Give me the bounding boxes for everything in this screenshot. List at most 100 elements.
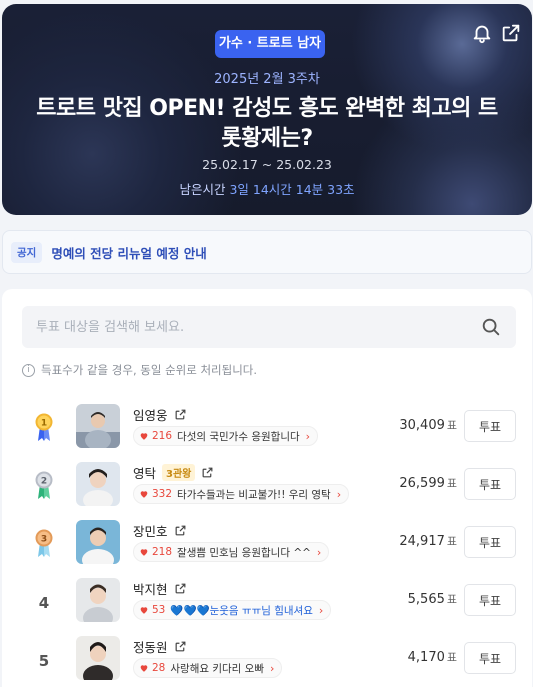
notice-text[interactable]: 명예의 전당 리뉴얼 예정 안내 [51,243,206,262]
search-box [22,306,516,348]
rank-number: 1 [41,419,47,429]
vote-unit: 표 [446,593,457,606]
cheer-count: 28 [152,662,166,674]
cheer-text: 잘생쁨 민호님 응원합니다 ^^ [177,546,311,559]
vote-count: 26,599 표 [399,475,457,491]
chevron-right-icon: › [270,661,275,675]
heart-icon [140,549,148,556]
candidate-row: 3 장민호 218 잘생쁨 민호님 응원합니다 ^^ › 24,917 표 투표 [2,517,532,573]
candidate-name[interactable]: 장민호 [133,521,168,540]
rank-number: 5 [38,652,50,670]
notice-tag: 공지 [11,241,43,263]
cheer-count: 332 [152,488,173,500]
candidate-name-wrap[interactable]: 임영웅 [133,405,187,424]
cheer-message[interactable]: 332 타가수들과는 비교불가!! 우리 영탁 › [133,484,350,504]
vote-page: 가수 · 트로트 남자 2025년 2월 3주차 트로트 맛집 OPEN! 감성… [0,0,533,687]
candidate-name-wrap[interactable]: 장민호 [133,521,187,540]
vote-button[interactable]: 투표 [464,642,516,674]
cheer-message[interactable]: 216 다섯의 국민가수 응원합니다 › [133,426,319,446]
cheer-text: 사랑해요 키다리 오빠 [170,662,264,675]
bell-icon[interactable] [471,22,493,44]
chevron-right-icon: › [316,545,322,559]
chevron-right-icon: › [336,487,342,501]
candidate-name[interactable]: 영탁 [133,463,156,482]
vote-button[interactable]: 투표 [464,410,516,442]
vote-count: 30,409 표 [399,417,457,433]
vote-count: 24,917 표 [399,533,457,549]
vote-number: 5,565 [407,592,445,607]
candidate-row: 2 영탁 3관왕 332 타가수들과는 비교불가!! 우리 영탁 › 26,59… [2,459,532,515]
external-link-icon[interactable] [174,640,187,653]
cheer-count: 216 [152,430,173,442]
candidate-name[interactable]: 정동원 [133,637,168,656]
candidate-row: 4 박지현 53 💙💙💙눈웃음 ㅠㅠ님 힘내셔요 › 5,565 표 투표 [2,575,532,631]
external-link-icon[interactable] [201,466,214,479]
category-badge[interactable]: 가수 · 트로트 남자 [215,30,325,58]
candidate-photo[interactable] [76,636,120,680]
event-title: 트로트 맛집 OPEN! 감성도 흥도 완벽한 최고의 트롯황제는? [36,96,498,151]
event-dates: 25.02.17 ~ 25.02.23 [202,157,332,172]
award-badge: 3관왕 [162,464,196,481]
external-link-icon[interactable] [174,524,187,537]
cheer-text: 타가수들과는 비교불가!! 우리 영탁 [177,488,331,501]
gold-medal-icon: 1 [35,413,53,441]
candidate-photo[interactable] [76,578,120,622]
bronze-medal-icon: 3 [35,529,53,557]
vote-button[interactable]: 투표 [464,468,516,500]
heart-icon [140,491,148,498]
vote-unit: 표 [446,651,457,664]
remaining-time-label: 남은시간 [179,182,226,197]
remaining-time: 남은시간 3일 14시간 14분 33초 [2,179,532,198]
cheer-count: 53 [152,604,166,616]
candidate-name[interactable]: 임영웅 [133,405,168,424]
remaining-time-value: 3일 14시간 14분 33초 [229,182,355,197]
candidate-name-wrap[interactable]: 정동원 [133,637,187,656]
chevron-right-icon: › [318,603,324,617]
cheer-count: 218 [152,546,173,558]
external-link-icon[interactable] [174,582,187,595]
vote-button[interactable]: 투표 [464,584,516,616]
candidate-name-wrap[interactable]: 박지현 [133,579,187,598]
candidate-photo[interactable] [76,404,120,448]
cheer-message[interactable]: 28 사랑해요 키다리 오빠 › [133,658,283,678]
vote-list-card: i 득표수가 같을 경우, 동일 순위로 처리됩니다. 1 임영웅 216 다섯… [2,289,532,687]
vote-count: 4,170 표 [408,649,457,665]
silver-medal-icon: 2 [35,471,53,499]
vote-number: 30,409 [399,418,445,433]
heart-icon [140,665,148,672]
heart-icon [140,607,148,614]
chevron-right-icon: › [305,429,311,443]
vote-number: 4,170 [407,650,445,665]
heart-icon [140,433,148,440]
vote-unit: 표 [446,477,457,490]
cheer-text: 💙💙💙눈웃음 ㅠㅠ님 힘내셔요 [170,604,313,617]
vote-button[interactable]: 투표 [464,526,516,558]
candidate-row: 5 정동원 28 사랑해요 키다리 오빠 › 4,170 표 투표 [2,633,532,687]
vote-count: 5,565 표 [408,591,457,607]
vote-unit: 표 [446,419,457,432]
rank-number: 2 [41,477,47,487]
event-banner: 가수 · 트로트 남자 2025년 2월 3주차 트로트 맛집 OPEN! 감성… [2,4,532,215]
search-icon[interactable] [480,316,502,338]
search-input[interactable] [22,306,462,348]
candidate-photo[interactable] [76,520,120,564]
external-link-icon[interactable] [174,408,187,421]
notice-bar[interactable]: 공지 명예의 전당 리뉴얼 예정 안내 [2,230,532,274]
week-label: 2025년 2월 3주차 [214,72,320,87]
candidate-row: 1 임영웅 216 다섯의 국민가수 응원합니다 › 30,409 표 투표 [2,401,532,457]
cheer-message[interactable]: 53 💙💙💙눈웃음 ㅠㅠ님 힘내셔요 › [133,600,332,620]
tie-info-text: 득표수가 같을 경우, 동일 순위로 처리됩니다. [41,363,258,377]
vote-unit: 표 [446,535,457,548]
vote-number: 26,599 [399,476,445,491]
cheer-message[interactable]: 218 잘생쁨 민호님 응원합니다 ^^ › [133,542,330,562]
candidate-photo[interactable] [76,462,120,506]
tie-info: i 득표수가 같을 경우, 동일 순위로 처리됩니다. [22,362,257,378]
vote-number: 24,917 [399,534,445,549]
candidate-name-wrap[interactable]: 영탁 3관왕 [133,463,214,482]
candidate-name[interactable]: 박지현 [133,579,168,598]
info-icon: i [22,363,35,377]
rank-number: 4 [38,594,50,612]
share-icon[interactable] [500,22,522,44]
cheer-text: 다섯의 국민가수 응원합니다 [177,430,300,443]
rank-number: 3 [41,535,47,545]
